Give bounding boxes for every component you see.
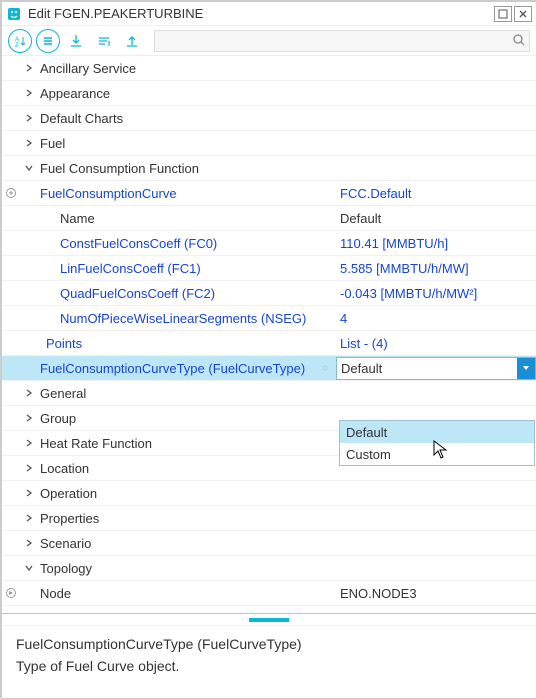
description-text: Type of Fuel Curve object. [16, 658, 522, 674]
section-topology[interactable]: Topology [2, 556, 536, 581]
section-fuel[interactable]: Fuel [2, 131, 536, 156]
prop-value[interactable]: -0.043 [MMBTU/h/MW²] [336, 286, 536, 301]
section-label: Topology [38, 561, 536, 576]
section-label: Default Charts [38, 111, 536, 126]
prop-node[interactable]: Node ENO.NODE3 [2, 581, 536, 606]
section-label: Ancillary Service [38, 61, 536, 76]
prop-points[interactable]: Points List - (4) [2, 331, 536, 356]
prop-value[interactable]: FCC.Default [336, 186, 536, 201]
prop-nseg[interactable]: NumOfPieceWiseLinearSegments (NSEG) 4 [2, 306, 536, 331]
svg-text:Z: Z [15, 43, 19, 48]
splitter[interactable] [2, 614, 536, 626]
minimize-button[interactable] [494, 6, 512, 22]
section-properties[interactable]: Properties [2, 506, 536, 531]
export-icon[interactable] [120, 29, 144, 53]
section-label: Scenario [38, 536, 536, 551]
prop-label: NodeName [38, 611, 336, 615]
section-fcf[interactable]: Fuel Consumption Function [2, 156, 536, 181]
sort-az-icon[interactable]: AZ [8, 29, 32, 53]
section-default-charts[interactable]: Default Charts [2, 106, 536, 131]
dropdown-option-custom[interactable]: Custom [340, 443, 534, 465]
prop-value[interactable]: List - (4) [336, 336, 536, 351]
prop-label: FuelConsumptionCurveType (FuelCurveType) [38, 361, 318, 376]
prop-fc2[interactable]: QuadFuelConsCoeff (FC2) -0.043 [MMBTU/h/… [2, 281, 536, 306]
prop-label: NumOfPieceWiseLinearSegments (NSEG) [38, 311, 336, 326]
prop-name[interactable]: Name Default [2, 206, 536, 231]
prop-label: ConstFuelConsCoeff (FC0) [38, 236, 336, 251]
splitter-handle [249, 618, 289, 622]
prop-nodename[interactable]: NodeName NODE3 [2, 606, 536, 614]
prop-fc0[interactable]: ConstFuelConsCoeff (FC0) 110.41 [MMBTU/h… [2, 231, 536, 256]
prop-label: QuadFuelConsCoeff (FC2) [38, 286, 336, 301]
link-icon [2, 587, 20, 599]
dropdown-option-default[interactable]: Default [340, 421, 534, 443]
section-appearance[interactable]: Appearance [2, 81, 536, 106]
section-general[interactable]: General [2, 381, 536, 406]
search-input[interactable] [154, 30, 530, 52]
toolbar: AZ [2, 26, 536, 56]
prop-label: Points [42, 336, 336, 351]
prop-value[interactable]: ENO.NODE3 [336, 586, 536, 601]
section-ancillary[interactable]: Ancillary Service [2, 56, 536, 81]
search-icon[interactable] [512, 33, 526, 47]
categorize-icon[interactable] [36, 29, 60, 53]
prop-value[interactable]: Default [337, 361, 517, 376]
prop-value[interactable]: 4 [336, 311, 536, 326]
prop-value[interactable]: 110.41 [MMBTU/h] [336, 236, 536, 251]
prop-label: FuelConsumptionCurve [38, 186, 336, 201]
titlebar: Edit FGEN.PEAKERTURBINE [2, 2, 536, 26]
description-pane: FuelConsumptionCurveType (FuelCurveType)… [2, 626, 536, 698]
dropdown-list[interactable]: Default Custom [339, 420, 535, 466]
prop-label: Node [38, 586, 336, 601]
prop-fuelcurvetype[interactable]: FuelConsumptionCurveType (FuelCurveType)… [2, 356, 536, 381]
prop-label: LinFuelConsCoeff (FC1) [38, 261, 336, 276]
prop-value[interactable]: Default [336, 211, 536, 226]
section-label: General [38, 386, 536, 401]
section-label: Properties [38, 511, 536, 526]
prop-label: Name [38, 211, 336, 226]
prop-fuelconsumptioncurve[interactable]: FuelConsumptionCurve FCC.Default [2, 181, 536, 206]
link-icon [2, 187, 20, 199]
prop-fc1[interactable]: LinFuelConsCoeff (FC1) 5.585 [MMBTU/h/MW… [2, 256, 536, 281]
property-grid: Ancillary Service Appearance Default Cha… [2, 56, 536, 614]
section-operation[interactable]: Operation [2, 481, 536, 506]
section-label: Fuel Consumption Function [38, 161, 536, 176]
prop-value[interactable]: NODE3 [336, 611, 536, 615]
close-button[interactable] [514, 6, 532, 22]
prop-value[interactable]: 5.585 [MMBTU/h/MW] [336, 261, 536, 276]
dropdown-button[interactable] [517, 358, 535, 379]
app-icon [6, 6, 22, 22]
section-scenario[interactable]: Scenario [2, 531, 536, 556]
window-title: Edit FGEN.PEAKERTURBINE [28, 6, 494, 21]
clear-icon[interactable]: ○ [318, 361, 332, 375]
import-icon[interactable] [64, 29, 88, 53]
section-label: Appearance [38, 86, 536, 101]
section-label: Operation [38, 486, 536, 501]
section-label: Fuel [38, 136, 536, 151]
description-title: FuelConsumptionCurveType (FuelCurveType) [16, 636, 522, 652]
collapse-icon[interactable] [92, 29, 116, 53]
